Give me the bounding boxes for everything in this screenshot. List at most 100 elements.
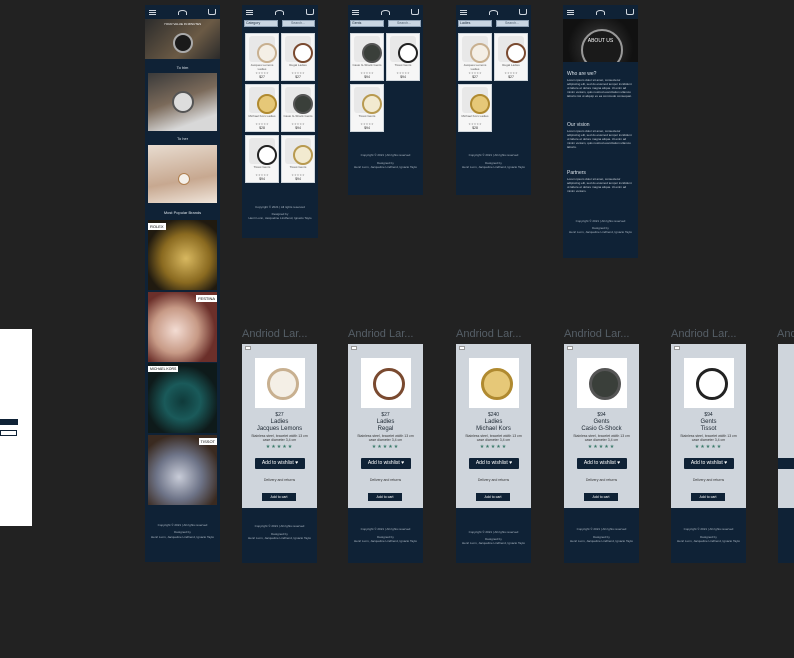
search-input[interactable]: Search... [282, 20, 315, 27]
for-him-label[interactable]: To him [145, 65, 220, 70]
for-him-image[interactable] [148, 73, 217, 131]
partners-text: Lorem ipsum dolor sit amet, consectetur … [567, 177, 632, 193]
footer-copyright: Copyright © 2021 | All rights reserved [468, 153, 519, 157]
cart-icon[interactable] [626, 9, 634, 15]
menu-icon[interactable] [149, 9, 156, 15]
brand-michael-kors[interactable]: MICHAEL KORS [148, 363, 217, 433]
cart-icon[interactable] [208, 9, 216, 15]
add-to-cart-button[interactable]: Add to cart [262, 493, 296, 501]
brand-tissot[interactable]: TISSOT [148, 435, 217, 505]
rating-stars: ★★★★★ [265, 444, 294, 450]
menu-icon[interactable] [460, 9, 467, 15]
footer-copyright: Copyright © 2021 | All rights reserved [683, 527, 734, 531]
for-her-label[interactable]: To her [145, 136, 220, 141]
back-icon[interactable] [674, 346, 680, 350]
product-card[interactable]: Jacques Lemons Ladies ★★★★★ $27 [458, 33, 492, 81]
vision-text: Lorem ipsum dolor sit amet, consectetur … [567, 129, 632, 149]
add-to-wishlist-button[interactable]: Add to wishlist ♥ [361, 458, 411, 469]
delivery-link[interactable]: Delivery and returns [456, 478, 531, 482]
cart-icon[interactable] [411, 9, 419, 15]
search-input[interactable]: Search... [496, 20, 529, 27]
footer-copyright: Copyright © 2021 | All rights reserved [255, 205, 305, 209]
logo-icon[interactable] [595, 9, 605, 15]
product-name: Michael Kors [476, 426, 511, 432]
product-card[interactable]: Tissot Gents ★★★★★ $94 [386, 33, 420, 81]
back-icon[interactable] [459, 346, 465, 350]
cart-icon[interactable] [306, 9, 314, 15]
category-select[interactable]: Ladies [458, 20, 492, 27]
product-card[interactable]: Casio G-Shock Gents ★★★★★ $94 [350, 33, 384, 81]
add-to-cart-button[interactable]: Add to cart [691, 493, 725, 501]
menu-icon[interactable] [352, 9, 359, 15]
product-price: $240 [487, 412, 500, 418]
frame-title: Andriod Lar... [242, 328, 308, 340]
offscreen-field[interactable] [0, 419, 18, 425]
for-her-image[interactable] [148, 145, 217, 203]
brand-rolex[interactable]: ROLEX [148, 220, 217, 290]
menu-icon[interactable] [246, 9, 253, 15]
heart-icon: ♥ [617, 460, 621, 466]
search-input[interactable]: Search... [388, 20, 421, 27]
list-frame-ladies: Ladies Search... Jacques Lemons Ladies ★★… [456, 5, 531, 195]
cart-icon[interactable] [519, 9, 527, 15]
product-image [577, 358, 627, 408]
product-price: $94 [704, 412, 713, 418]
who-text: Lorem ipsum dolor sit amet, consectetur … [567, 78, 632, 98]
footer-names: Henri Lunn, Jacqueline Lindhend, Ignacio… [677, 539, 740, 543]
delivery-link[interactable]: Delivery and returns [671, 478, 746, 482]
footer-copyright: Copyright © 2021 | All rights reserved [360, 527, 411, 531]
logo-icon[interactable] [380, 9, 390, 15]
category-select[interactable]: Category [244, 20, 278, 27]
product-card[interactable]: Regal Ladies ★★★★★ $27 [494, 33, 528, 81]
back-icon[interactable] [351, 346, 357, 350]
logo-icon[interactable] [488, 9, 498, 15]
product-description: Stainless steel, bracelet width 13 cm ca… [465, 434, 522, 442]
footer-names: Henri Lunn, Jacqueline Lindhend, Ignacio… [248, 536, 311, 540]
home-frame: YOUR VALUE IN MINUTES To him To her Most… [145, 5, 220, 562]
add-to-wishlist-button[interactable]: Add to wishlist ♥ [684, 458, 734, 469]
footer-names: Henri Lunn, Jacqueline Lindhend, Ignacio… [569, 230, 632, 234]
add-to-wishlist-button[interactable]: Add to wishlist ♥ [255, 458, 305, 469]
footer-names: Henri Lunn, Jacqueline Lindhend, Ignacio… [248, 216, 312, 220]
product-card[interactable]: Jacques Lemons Ladies ★★★★★ $27 [245, 33, 279, 81]
brand-label: ROLEX [148, 223, 166, 230]
product-frame: $94 Gents Tissot Stainless steel, bracel… [671, 344, 746, 563]
delivery-link[interactable]: Delivery and returns [564, 478, 639, 482]
product-description: Stainless steel, bracelet width 13 cm ca… [251, 434, 308, 442]
product-image [684, 358, 734, 408]
add-to-cart-button[interactable]: Add to cart [476, 493, 510, 501]
vision-title: Our vision [567, 122, 590, 128]
brand-festina[interactable]: FESTINA [148, 292, 217, 362]
delivery-link[interactable]: Delivery and returns [242, 478, 317, 482]
add-to-wishlist-button[interactable]: Add to wishlist ♥ [577, 458, 627, 469]
product-card[interactable]: Casio G-Shock Gents ★★★★★ $94 [281, 84, 315, 132]
logo-icon[interactable] [177, 9, 187, 15]
product-description: Stainless steel, bracelet width 13 cm ca… [573, 434, 630, 442]
product-frame: $240 Ladies Michael Kors Stainless steel… [456, 344, 531, 563]
back-icon[interactable] [245, 346, 251, 350]
heart-icon: ♥ [295, 460, 299, 466]
product-card[interactable]: Tissot Gents ★★★★★ $94 [245, 135, 279, 183]
product-card[interactable]: Michael Kors Ladies ★★★★★ $28 [458, 84, 492, 132]
wishlist-label: Add to wishlist [261, 460, 294, 466]
product-card[interactable]: Tissot Gents ★★★★★ $94 [350, 84, 384, 132]
add-to-cart-button[interactable]: Add to cart [584, 493, 618, 501]
back-icon[interactable] [567, 346, 573, 350]
delivery-link[interactable]: Delivery and returns [348, 478, 423, 482]
footer-names: Henri Lunn, Jacqueline Lindhend, Ignacio… [570, 539, 633, 543]
footer-copyright: Copyright © 2021 | All rights reserved [576, 527, 627, 531]
add-to-wishlist-button[interactable]: Add to wishlist ♥ [469, 458, 519, 469]
offscreen-field-2[interactable] [0, 430, 17, 436]
product-card[interactable]: Michael Kors Ladies ★★★★★ $28 [245, 84, 279, 132]
product-card[interactable]: Regal Ladies ★★★★★ $27 [281, 33, 315, 81]
heart-icon: ♥ [509, 460, 513, 466]
topbar [563, 5, 638, 19]
category-select[interactable]: Gents [350, 20, 384, 27]
product-card[interactable]: Tissot Gents ★★★★★ $94 [281, 135, 315, 183]
list-frame-gents: Gents Search... Casio G-Shock Gents ★★★★★… [348, 5, 423, 195]
topbar [348, 5, 423, 19]
frame-title: Andr [777, 328, 794, 340]
add-to-cart-button[interactable]: Add to cart [368, 493, 402, 501]
logo-icon[interactable] [275, 9, 284, 15]
menu-icon[interactable] [567, 9, 574, 15]
